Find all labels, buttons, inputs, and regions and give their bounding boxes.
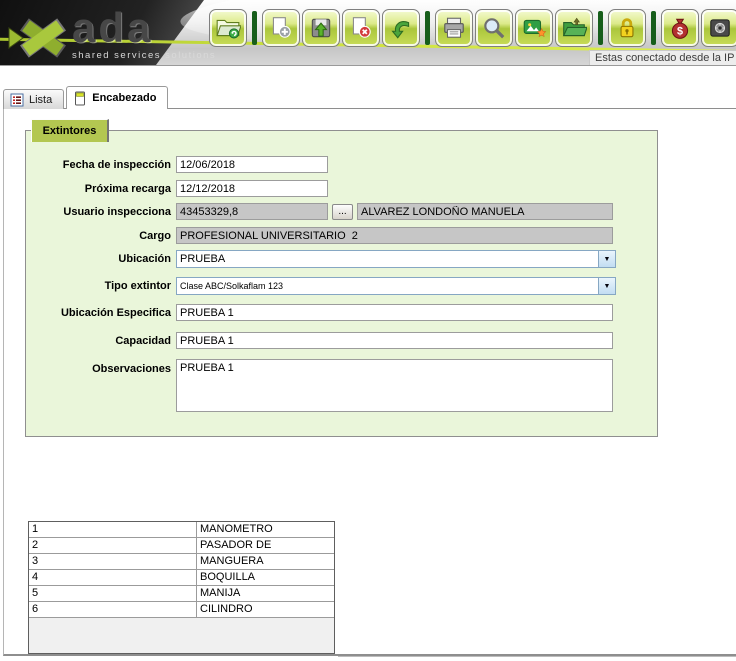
chevron-down-icon[interactable]: ▼ [598,278,615,294]
preview-button[interactable] [475,9,513,47]
dropdown-option[interactable]: 2 PASADOR DE SEGURIDAD [29,538,334,554]
extintores-form-panel: Fecha de inspección Próxima recarga Usua… [25,130,658,437]
safe-icon [707,15,733,41]
dropdown-option-id: 5 [29,586,197,602]
image-export-icon [521,15,547,41]
folder-upload-icon [561,15,587,41]
chevron-down-icon[interactable]: ▼ [598,251,615,267]
print-button[interactable] [435,9,473,47]
tipo-extintor-label: Tipo extintor [28,279,171,293]
ubicacion-especifica-label: Ubicación Especifica [28,306,171,320]
ubicacion-combo[interactable]: PRUEBA ▼ [176,250,616,268]
finance-button[interactable]: $ [661,9,699,47]
usuario-inspecciona-label: Usuario inspecciona [28,205,171,219]
ubicacion-especifica-input[interactable] [176,304,613,321]
dropdown-option[interactable]: 6 CILINDRO [29,602,334,618]
dropdown-option-name: MANGUERA [197,554,334,570]
tab-lista-label: Lista [29,94,52,106]
svg-text:$: $ [677,26,683,38]
usuario-nombre-input[interactable] [357,203,613,220]
capacidad-input[interactable] [176,332,613,349]
new-document-icon [268,15,294,41]
connection-status: Estas conectado desde la IP [589,50,736,66]
document-icon [73,91,87,106]
tab-encabezado[interactable]: Encabezado [66,86,168,109]
tab-lista[interactable]: Lista [3,89,64,109]
tipo-extintor-combo-value: Clase ABC/Solkaflam 123 [177,279,598,294]
undo-icon [388,15,414,41]
capacidad-label: Capacidad [28,334,171,348]
observaciones-textarea[interactable]: PRUEBA 1 [176,359,613,412]
dropdown-option-id: 4 [29,570,197,586]
dropdown-option-id: 6 [29,602,197,618]
dropdown-option-name: MANIJA [197,586,334,602]
export-image-button[interactable] [515,9,553,47]
ubicacion-combo-value: PRUEBA [177,252,598,267]
cargo-label: Cargo [28,229,171,243]
panel-title-extintores: Extintores [31,119,109,142]
tab-bar: Lista Encabezado [3,85,168,109]
delete-button[interactable] [342,9,380,47]
lock-button[interactable] [608,9,646,47]
usuario-browse-button[interactable]: ... [332,204,353,220]
dropdown-option[interactable]: 3 MANGUERA [29,554,334,570]
fecha-inspeccion-input[interactable] [176,156,328,173]
dropdown-option-name: MANOMETRO [197,522,334,538]
money-bag-icon: $ [667,15,693,41]
proxima-recarga-input[interactable] [176,180,328,197]
app-banner: ada shared services solutions [0,0,736,66]
save-button[interactable] [302,9,340,47]
padlock-icon [614,15,640,41]
open-button[interactable] [209,9,247,47]
logo-name: ada [72,8,216,48]
toolbar: $ [208,9,736,47]
logo-tagline: shared services solutions [72,50,216,61]
printer-icon [441,15,467,41]
observaciones-label: Observaciones [28,362,171,376]
toolbar-separator [651,11,656,45]
dropdown-option[interactable]: 1 MANOMETRO [29,522,334,538]
toolbar-separator [598,11,603,45]
dropdown-option-id: 1 [29,522,197,538]
magnifier-icon [481,15,507,41]
safe-button[interactable] [701,9,736,47]
undo-button[interactable] [382,9,420,47]
dropdown-option-id: 3 [29,554,197,570]
proxima-recarga-label: Próxima recarga [28,182,171,196]
dropdown-option[interactable]: 4 BOQUILLA [29,570,334,586]
logo-x-mark-icon [6,14,68,62]
toolbar-separator [425,11,430,45]
tipo-extintor-combo[interactable]: Clase ABC/Solkaflam 123 ▼ [176,277,616,295]
save-icon [308,15,334,41]
ubicacion-label: Ubicación [28,252,171,266]
upload-folder-button[interactable] [555,9,593,47]
usuario-id-input[interactable] [176,203,328,220]
dropdown-option-id: 2 [29,538,197,554]
toolbar-separator [252,11,257,45]
dropdown-option[interactable]: 5 MANIJA [29,586,334,602]
list-icon [10,93,24,107]
dropdown-option-name: CILINDRO [197,602,334,618]
new-button[interactable] [262,9,300,47]
fecha-inspeccion-label: Fecha de inspección [28,158,171,172]
app-window: ada shared services solutions [0,0,736,661]
app-logo: ada shared services solutions [6,8,216,62]
dropdown-option-name: BOQUILLA [197,570,334,586]
dropdown-option-name: PASADOR DE SEGURIDAD [197,538,334,554]
folder-open-icon [215,15,241,41]
codigo-extintor-dropdown-list: 1 MANOMETRO 2 PASADOR DE SEGURIDAD 3 MAN… [28,521,335,654]
logo-text: ada shared services solutions [72,8,216,61]
delete-icon [348,15,374,41]
tab-encabezado-label: Encabezado [92,92,156,104]
cargo-input[interactable] [176,227,613,244]
